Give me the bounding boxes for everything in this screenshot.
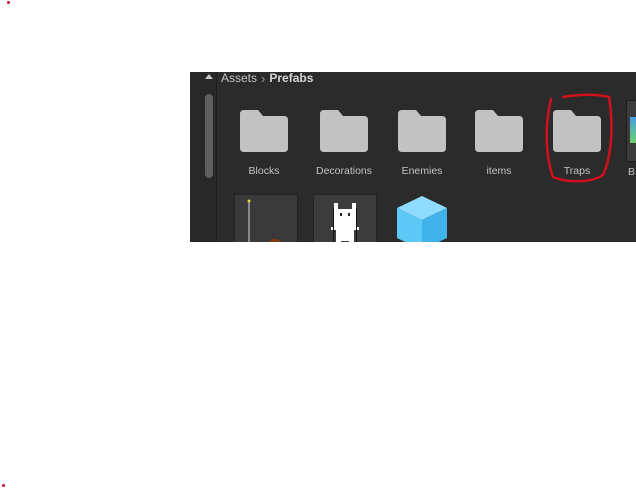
folder-label: items [486,165,512,177]
folder-icon [240,110,288,152]
project-browser-panel: Assets › Prefabs Blocks Decorations Enem… [190,72,636,242]
folder-enemies[interactable]: Enemies [383,110,453,180]
folder-traps[interactable]: Traps [538,110,608,180]
folder-label: B [628,166,636,178]
scroll-up-arrow-icon[interactable] [205,74,213,79]
scrollbar[interactable] [190,72,217,242]
scrollbar-thumb[interactable] [205,94,213,178]
folder-icon [475,110,523,152]
cat-asset-tile[interactable] [313,194,377,242]
folder-icon [320,110,368,152]
folder-label: Decorations [315,165,373,177]
corner-dot-top [7,1,10,4]
folder-decorations[interactable]: Decorations [305,110,375,180]
pole-sprite [247,199,281,242]
cube-asset-tile[interactable] [391,194,453,242]
folder-blocks[interactable]: Blocks [225,110,295,180]
cat-sprite [331,203,359,242]
folder-icon [553,110,601,152]
folder-label: Enemies [401,165,443,177]
folder-items[interactable]: items [460,110,530,180]
background-thumbnail [630,117,636,143]
pole-asset-tile[interactable] [234,194,298,242]
breadcrumb-assets[interactable]: Assets [221,72,257,85]
breadcrumb-prefabs[interactable]: Prefabs [269,72,313,85]
corner-dot-bottom [2,484,5,487]
cube-icon [397,196,447,242]
folder-label: Traps [563,165,591,177]
folder-label: Blocks [248,165,280,177]
background-asset-tile[interactable] [626,100,636,162]
chevron-right-icon: › [261,72,266,86]
breadcrumb: Assets › Prefabs [221,72,313,86]
folder-icon [398,110,446,152]
